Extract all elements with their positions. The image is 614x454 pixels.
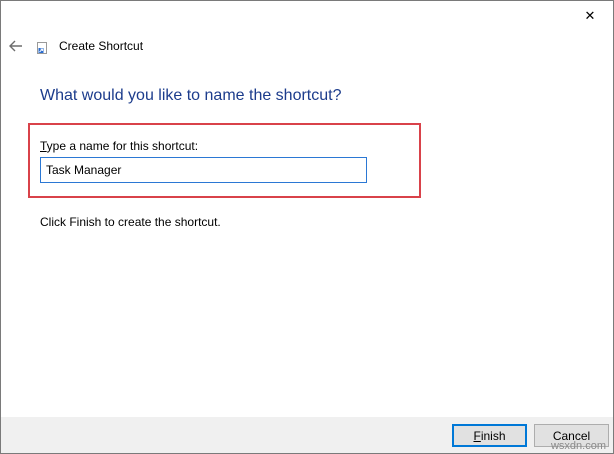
create-shortcut-window: ✕ Create Shortcut What would you like to… [0,0,614,454]
finish-button[interactable]: Finish [452,424,527,447]
name-field-label: Type a name for this shortcut: [40,139,198,153]
back-button[interactable] [5,35,27,57]
finish-instruction: Click Finish to create the shortcut. [40,215,221,229]
dialog-footer: Finish Cancel [1,417,613,453]
watermark: wsxdn.com [550,440,606,452]
arrow-left-icon [9,40,22,52]
wizard-title: Create Shortcut [59,39,144,53]
label-access-key: T [40,139,47,153]
finish-label: inish [480,428,506,443]
close-icon: ✕ [584,8,596,23]
label-text: ype a name for this shortcut: [46,139,199,153]
shortcut-name-input[interactable] [40,157,367,183]
close-button[interactable]: ✕ [567,1,613,31]
title-bar: ✕ [1,1,613,31]
finish-access-key: F [473,428,481,443]
page-heading: What would you like to name the shortcut… [40,87,342,104]
shortcut-icon [37,42,47,54]
